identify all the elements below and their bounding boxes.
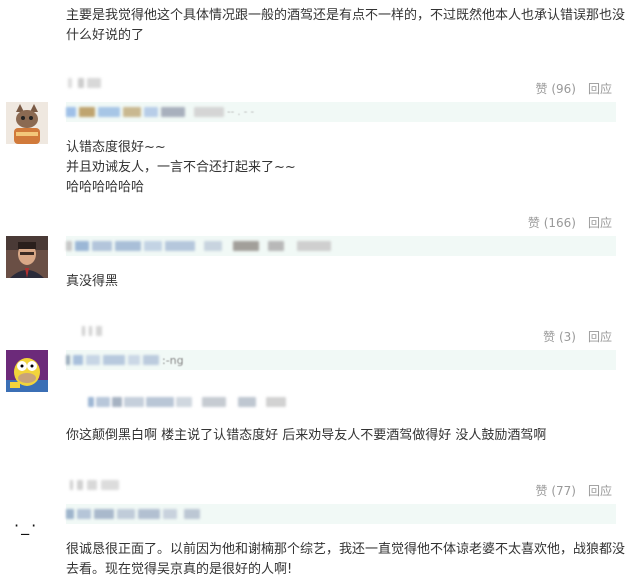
blurred-username: [68, 78, 101, 91]
like-button[interactable]: 赞 (96): [536, 82, 576, 96]
avatar[interactable]: [6, 236, 48, 278]
reply-button[interactable]: 回应: [588, 330, 612, 344]
comment-text: 真没得黑: [66, 272, 626, 292]
blurred-meta: [66, 504, 200, 524]
comment-line: 并且劝诫友人，一言不合还打起来了~~: [66, 160, 296, 175]
comment-text: 很诚恳很正面了。以前因为他和谢楠那个综艺，我还一直觉得他不体谅老婆不太喜欢他，战…: [66, 540, 626, 580]
comment-actions: 赞 (96) 回应: [536, 80, 612, 97]
comment-line: 哈哈哈哈哈哈: [66, 180, 145, 195]
comment-line: 认错态度很好~~: [66, 140, 166, 155]
blurred-date: :-ng: [162, 353, 184, 367]
comment-text: 主要是我觉得他这个具体情况跟一般的酒驾还是有点不一样的，不过既然他本人也承认错误…: [66, 6, 626, 46]
like-button[interactable]: 赞 (77): [536, 484, 576, 498]
reply-button[interactable]: 回应: [588, 216, 612, 230]
comment-line: 真没得黑: [66, 274, 119, 289]
comment-line: 什么好说的了: [66, 28, 145, 43]
blurred-username: [82, 326, 102, 339]
comment-text: 认错态度很好~~ 并且劝诫友人，一言不合还打起来了~~ 哈哈哈哈哈哈: [66, 138, 626, 198]
blurred-extra: [88, 392, 286, 412]
blurred-meta: -- . - -: [66, 102, 254, 122]
like-button[interactable]: 赞 (3): [543, 330, 576, 344]
blurred-meta: :-ng: [66, 350, 184, 370]
blurred-username: [70, 480, 119, 493]
avatar[interactable]: [6, 350, 48, 392]
like-button[interactable]: 赞 (166): [528, 216, 576, 230]
comment-actions: 赞 (166) 回应: [528, 214, 612, 231]
comment-line: 你这颠倒黑白啊 楼主说了认错态度好 后来劝导友人不要酒驾做得好 没人鼓励酒驾啊: [66, 428, 547, 443]
comment-actions: 赞 (77) 回应: [536, 482, 612, 499]
avatar[interactable]: [6, 102, 48, 144]
reply-button[interactable]: 回应: [588, 484, 612, 498]
blurred-time: -- . - -: [227, 106, 255, 118]
blurred-meta: [66, 236, 331, 256]
comment-text: 你这颠倒黑白啊 楼主说了认错态度好 后来劝导友人不要酒驾做得好 没人鼓励酒驾啊: [66, 426, 626, 446]
smiley-avatar[interactable]: ·_·: [14, 516, 38, 535]
reply-button[interactable]: 回应: [588, 82, 612, 96]
comment-line: 去看。现在觉得吴京真的是很好的人啊!: [66, 562, 293, 577]
comment-line: 很诚恳很正面了。以前因为他和谢楠那个综艺，我还一直觉得他不体谅老婆不太喜欢他，战…: [66, 542, 626, 557]
comment-actions: 赞 (3) 回应: [543, 328, 612, 345]
comment-line: 主要是我觉得他这个具体情况跟一般的酒驾还是有点不一样的，不过既然他本人也承认错误…: [66, 8, 626, 23]
